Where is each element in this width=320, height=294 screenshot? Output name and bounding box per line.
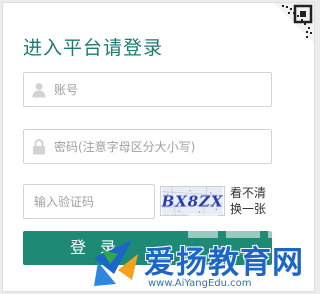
password-input[interactable] [54,130,264,163]
watermark: 爱扬教育网 www.AiYangEdu.com [88,214,317,294]
captcha-image[interactable]: BX8ZX [160,186,225,216]
page-title: 进入平台请登录 [23,37,164,59]
watermark-text: 爱扬教育网 [144,245,304,281]
watermark-url: www.AiYangEdu.com [148,278,252,289]
password-field[interactable] [23,129,272,164]
username-field[interactable] [23,72,272,107]
lock-icon [33,139,45,155]
user-icon [32,83,46,98]
username-input[interactable] [54,73,264,106]
qr-code-icon[interactable] [266,3,314,51]
refresh-captcha-link[interactable]: 看不清换一张 [230,185,274,217]
captcha-text: BX8ZX [161,193,224,211]
